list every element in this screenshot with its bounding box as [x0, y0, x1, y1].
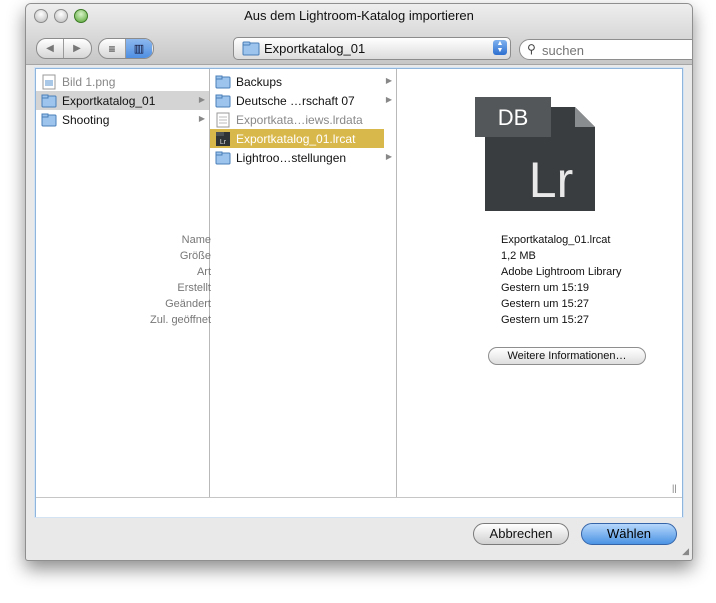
preview-column: DB Lr Name Exportkatalog_01.lrcat Größe 1,…	[150, 69, 682, 497]
lightroom-file-icon: Lr	[216, 131, 230, 146]
folder-icon	[215, 151, 231, 164]
list-item[interactable]: Exportkatalog_01 ▶	[36, 91, 209, 110]
disclosure-arrow-icon: ▶	[385, 95, 392, 104]
back-forward-control: ◀ ▶	[36, 38, 92, 59]
back-button[interactable]: ◀	[37, 39, 63, 58]
list-item[interactable]: Lr Exportkatalog_01.lrcat	[210, 129, 384, 148]
column-view-icon: ▥	[133, 43, 145, 55]
folder-icon	[41, 94, 57, 107]
column-view-button[interactable]: ▥	[125, 39, 152, 58]
search-field[interactable]: ⚲	[519, 39, 692, 60]
folder-icon	[215, 94, 231, 107]
chevron-updown-icon: ▲ ▼	[493, 40, 507, 55]
list-item[interactable]: Backups ▶	[210, 72, 396, 91]
document-icon	[216, 112, 230, 127]
arrow-left-icon: ◀	[46, 43, 54, 54]
icon-main-text: Lr	[529, 152, 573, 208]
disclosure-arrow-icon: ▶	[198, 95, 205, 104]
lightroom-catalog-icon: DB Lr	[475, 97, 595, 211]
horizontal-scrollbar[interactable]	[36, 497, 682, 517]
icon-badge-text: DB	[498, 105, 529, 130]
resize-grip-icon[interactable]: ◢	[682, 546, 689, 557]
list-view-icon: ≡	[108, 41, 116, 56]
window-title: Aus dem Lightroom-Katalog importieren	[244, 8, 474, 23]
title-bar: Aus dem Lightroom-Katalog importieren ◀ …	[26, 4, 692, 65]
disclosure-arrow-icon: ▶	[198, 114, 205, 123]
list-item[interactable]: Lightroo…stellungen ▶	[210, 148, 396, 167]
folder-icon	[242, 41, 260, 56]
forward-button[interactable]: ▶	[63, 39, 90, 58]
view-mode-control: ≡ ▥	[98, 38, 154, 59]
list-item[interactable]: Bild 1.png	[36, 72, 209, 91]
disclosure-arrow-icon: ▶	[385, 76, 392, 85]
column-resize-handle[interactable]: ||	[672, 483, 677, 493]
svg-text:Lr: Lr	[220, 139, 227, 146]
location-label: Exportkatalog_01	[264, 41, 366, 56]
column-browser: Bild 1.png Exportkatalog_01 ▶ Shooting ▶…	[34, 67, 684, 518]
search-icon: ⚲	[527, 42, 536, 56]
search-input[interactable]	[540, 41, 692, 59]
arrow-right-icon: ▶	[73, 43, 81, 54]
import-dialog-window: Aus dem Lightroom-Katalog importieren ◀ …	[25, 3, 693, 561]
browser-column-2[interactable]: Backups ▶ Deutsche …rschaft 07 ▶ Exportk…	[210, 69, 403, 497]
folder-icon	[215, 75, 231, 88]
list-item[interactable]: Deutsche …rschaft 07 ▶	[210, 91, 396, 110]
list-item[interactable]: Exportkata…iews.lrdata	[210, 110, 396, 129]
list-view-button[interactable]: ≡	[99, 39, 125, 58]
cancel-button[interactable]: Abbrechen	[473, 523, 569, 545]
image-file-icon	[42, 74, 56, 89]
choose-button[interactable]: Wählen	[581, 523, 677, 545]
location-popup[interactable]: Exportkatalog_01 ▲ ▼	[233, 37, 511, 60]
disclosure-arrow-icon: ▶	[385, 152, 392, 161]
more-info-button[interactable]: Weitere Informationen…	[488, 347, 646, 365]
folder-icon	[41, 113, 57, 126]
list-item[interactable]: Shooting ▶	[36, 110, 209, 129]
